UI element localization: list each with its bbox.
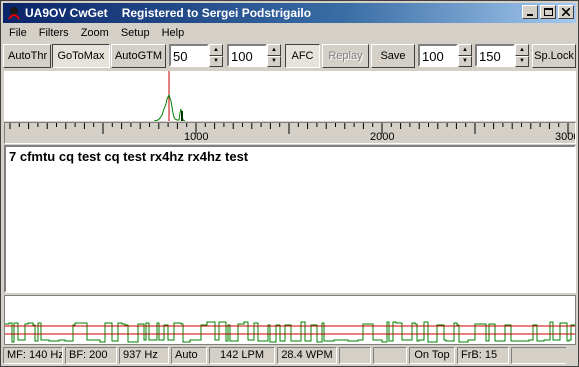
menu-zoom[interactable]: Zoom [75,27,115,39]
ruler-label-1000: 1000 [184,131,208,143]
minimize-icon [527,14,533,16]
waveform-trace [5,321,575,343]
save-button[interactable]: Save [371,44,415,68]
signal-waveform[interactable] [4,295,576,345]
autogtm-button[interactable]: AutoGTM [111,44,166,68]
maximize-icon [543,7,553,16]
app-icon [8,7,20,20]
menu-bar: File Filters Zoom Setup Help [3,24,190,41]
ruler-scale: 1000 2000 3000 [9,123,576,143]
spectrum-display[interactable] [4,71,576,122]
bandwidth-spin[interactable]: 100 ▲ ▼ [227,44,281,67]
afc-button[interactable]: AFC [285,44,320,68]
speed-min-spin[interactable]: 100 ▲ ▼ [418,44,472,67]
title-bar[interactable]: UA9OV CwGet Registered to Sergei Podstri… [3,3,576,23]
status-blank-2 [373,347,407,364]
waveform-graph [5,321,575,343]
status-blank-1 [339,347,371,364]
close-icon [562,8,570,16]
filter-width-field[interactable]: 50 [169,44,209,67]
status-wpm: 28.4 WPM [277,347,337,364]
status-mode: Auto [171,347,207,364]
maximize-button[interactable] [540,5,556,19]
spin-down-icon[interactable]: ▼ [458,55,472,67]
spectrum-graph [153,71,186,122]
spin-down-icon[interactable]: ▼ [515,55,529,67]
gotomax-button[interactable]: GoToMax [52,44,110,68]
status-lpm: 142 LPM [209,347,275,364]
status-bar: MF: 140 Hz BF: 200 937 Hz Auto 142 LPM 2… [3,347,578,366]
menu-file[interactable]: File [3,27,33,39]
status-resize-grip[interactable] [511,347,566,364]
spin-down-icon[interactable]: ▼ [209,55,223,67]
window-controls [520,5,574,19]
registration-text: Registered to Sergei Podstrigailo [121,6,312,20]
status-bf: BF: 200 [65,347,117,364]
toolbar: AutoThr GoToMax AutoGTM 50 ▲ ▼ 100 ▲ ▼ AFC… [3,43,578,69]
frequency-ruler[interactable]: 1000 2000 3000 [4,122,576,144]
decoded-text-area[interactable]: 7 cfmtu cq test cq test rx4hz rx4hz test [4,145,576,293]
splock-button[interactable]: Sp.Lock [532,44,576,68]
spin-up-icon[interactable]: ▲ [209,44,223,56]
minimize-button[interactable] [522,5,538,19]
speed-min-field[interactable]: 100 [418,44,458,67]
replay-button[interactable]: Replay [322,44,369,68]
autothr-button[interactable]: AutoThr [3,44,51,68]
spin-up-icon[interactable]: ▲ [267,44,281,56]
main-window: UA9OV CwGet Registered to Sergei Podstri… [0,0,579,367]
filter-width-spin[interactable]: 50 ▲ ▼ [169,44,223,67]
speed-max-spin[interactable]: 150 ▲ ▼ [475,44,529,67]
decoded-text: 7 cfmtu cq test cq test rx4hz rx4hz test [9,149,249,164]
status-frequency: 937 Hz [119,347,169,364]
spin-down-icon[interactable]: ▼ [267,55,281,67]
spin-up-icon[interactable]: ▲ [458,44,472,56]
status-frb: FrB: 15 [457,347,509,364]
menu-help[interactable]: Help [156,27,191,39]
status-mf: MF: 140 Hz [3,347,63,364]
menu-filters[interactable]: Filters [33,27,75,39]
bandwidth-field[interactable]: 100 [227,44,267,67]
close-button[interactable] [558,5,574,19]
menu-setup[interactable]: Setup [115,27,156,39]
status-ontop[interactable]: On Top [409,347,455,364]
ruler-label-2000: 2000 [370,131,394,143]
speed-max-field[interactable]: 150 [475,44,515,67]
app-title: UA9OV CwGet [25,6,108,20]
ruler-label-3000: 3000 [555,131,576,143]
spin-up-icon[interactable]: ▲ [515,44,529,56]
